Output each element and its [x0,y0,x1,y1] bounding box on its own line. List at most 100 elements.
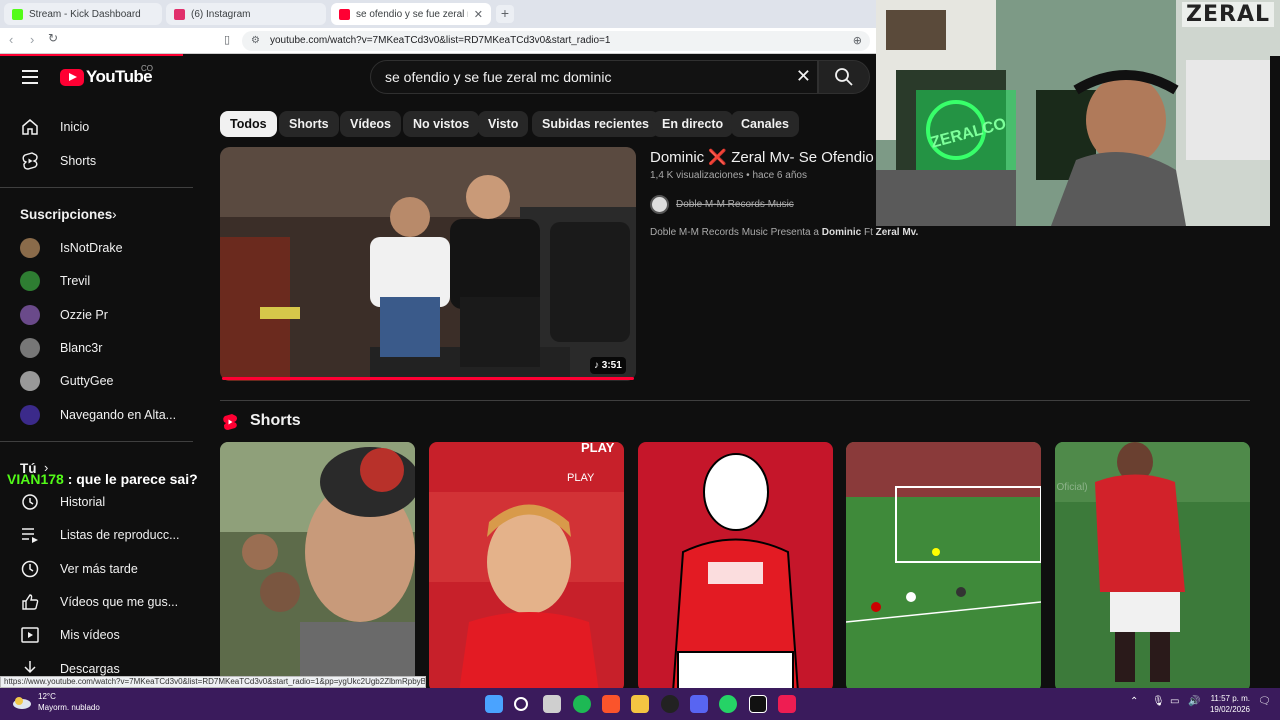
weather-temp: 12°C [38,692,56,701]
search-button[interactable] [818,60,870,94]
sidebar-divider [0,187,193,188]
chip-en-directo[interactable]: En directo [652,111,734,137]
tray-chevron-icon[interactable]: ⌃ [1130,696,1138,707]
notification-icon[interactable]: 🗨 [1258,696,1271,707]
sidebar-sub-guttygee[interactable]: GuttyGee [0,364,192,398]
clock-icon [20,559,40,579]
whatsapp-icon[interactable] [719,695,737,713]
tab-instagram[interactable]: (6) Instagram [166,3,326,25]
search-input[interactable] [371,61,781,93]
page-scrollbar[interactable] [1270,56,1280,688]
shorts-section-title: Shorts [250,412,301,429]
sidebar-item-historial[interactable]: Historial [0,485,192,519]
sidebar-item-label: Ozzie Pr [60,308,108,322]
tab-kick[interactable]: Stream - Kick Dashboard [4,3,162,25]
kick-favicon-icon [12,8,23,20]
search-box: ✕ [370,60,818,94]
sidebar-sub-isnotdrake[interactable]: IsNotDrake [0,231,192,265]
search-icon [835,68,853,86]
sidebar-sub-blanc3r[interactable]: Blanc3r [0,331,192,365]
tiktok-icon[interactable] [778,695,796,713]
address-bar-row: ‹ › ↻ ▯ ⚙ youtube.com/watch?v=7MKeaTCd3v… [0,28,876,54]
clear-search-icon[interactable]: ✕ [796,66,811,87]
sidebar-sub-trevil[interactable]: Trevil [0,264,192,298]
sidebar-item-shorts[interactable]: Shorts [0,144,192,178]
watch-progress-bar [222,377,634,380]
chip-shorts[interactable]: Shorts [279,111,339,137]
clock-time: 11:57 p. m. [1210,694,1250,703]
section-divider [220,400,1250,401]
sidebar-item-label: Descargas [60,662,120,676]
chip-visto[interactable]: Visto [478,111,529,137]
discord-icon[interactable] [690,695,708,713]
sidebar-item-my-videos[interactable]: Mis vídeos [0,618,192,652]
sidebar-item-label: GuttyGee [60,374,114,388]
avatar [20,405,40,425]
shorts-icon [20,151,40,171]
short-card[interactable] [638,442,833,692]
sidebar-item-inicio[interactable]: Inicio [0,110,192,144]
thumbs-up-icon [20,592,40,612]
youtube-favicon-icon [339,8,350,20]
new-tab-button[interactable]: + [496,5,514,23]
sidebar-item-label: Blanc3r [60,341,103,355]
menu-icon[interactable] [22,70,38,84]
bookmark-icon[interactable]: ▯ [224,33,230,46]
twitch-icon[interactable] [749,695,767,713]
sidebar-sub-ozzie[interactable]: Ozzie Pr [0,298,192,332]
close-tab-icon[interactable]: ✕ [468,8,483,21]
chip-no-vistos[interactable]: No vistos [403,111,480,137]
avatar [20,238,40,258]
channel-avatar[interactable] [650,195,669,214]
taskbar-search-icon[interactable] [514,697,528,711]
short-card[interactable]: PLAY PLAY [429,442,624,692]
sidebar-item-playlists[interactable]: Listas de reproducc... [0,518,192,552]
sidebar-item-liked[interactable]: Vídeos que me gus... [0,585,192,619]
spotify-icon[interactable] [573,695,591,713]
video-title[interactable]: Dominic ❌ Zeral Mv- Se Ofendio [650,148,874,166]
sidebar-item-label: Navegando en Alta... [60,408,177,422]
volume-icon[interactable]: 🔊 [1188,696,1200,707]
network-icon[interactable]: ▭ [1170,696,1179,707]
file-explorer-icon[interactable] [631,695,649,713]
short-card[interactable] [220,442,415,692]
video-thumbnail[interactable] [220,147,636,381]
sidebar-item-label: Shorts [60,154,97,168]
short-card[interactable] [846,442,1041,692]
cloud-icon [13,697,31,709]
chip-canales[interactable]: Canales [731,111,799,137]
weather-widget[interactable]: 12°C Mayorm. nublado [12,691,100,713]
brave-icon[interactable] [602,695,620,713]
tab-youtube[interactable]: se ofendio y se fue zeral mc dom ✕ [331,3,491,25]
obs-icon[interactable] [661,695,679,713]
start-button-icon[interactable] [485,695,503,713]
clock-date: 19/02/2026 [1209,705,1250,714]
youtube-logo[interactable]: YouTube [60,67,153,87]
forward-icon[interactable]: › [30,32,34,47]
page-load-progress [0,54,183,56]
weather-desc: Mayorm. nublado [38,703,100,712]
sidebar-item-label: Trevil [60,274,91,288]
sidebar-item-watch-later[interactable]: Ver más tarde [0,552,192,586]
video-description: Doble M-M Records Music Presenta a Domin… [650,227,918,238]
back-icon[interactable]: ‹ [9,32,13,47]
my-videos-icon [20,625,40,645]
system-clock[interactable]: 11:57 p. m. 19/02/2026 [1210,693,1250,715]
chip-videos[interactable]: Vídeos [340,111,401,137]
zoom-icon[interactable]: ⊕ [853,31,862,51]
url-field[interactable]: ⚙ youtube.com/watch?v=7MKeaTCd3v0&list=R… [242,31,870,51]
site-info-icon[interactable]: ⚙ [251,31,260,51]
chip-subidas-recientes[interactable]: Subidas recientes [532,111,659,137]
avatar [20,271,40,291]
reload-icon[interactable]: ↻ [48,31,58,45]
webcam-overlay: ZERALCO ZERAL [876,0,1280,226]
microphone-icon[interactable]: 🎙 [1152,696,1165,707]
sidebar-sub-navegando[interactable]: Navegando en Alta... [0,398,192,432]
avatar [20,338,40,358]
duration-badge: ♪ 3:51 [590,357,626,374]
task-view-icon[interactable] [543,695,561,713]
channel-name[interactable]: Doble M-M Records Music [676,199,794,210]
home-icon [20,117,40,137]
short-card[interactable]: (Video Oficial) [1055,442,1250,692]
chip-todos[interactable]: Todos [220,111,277,137]
